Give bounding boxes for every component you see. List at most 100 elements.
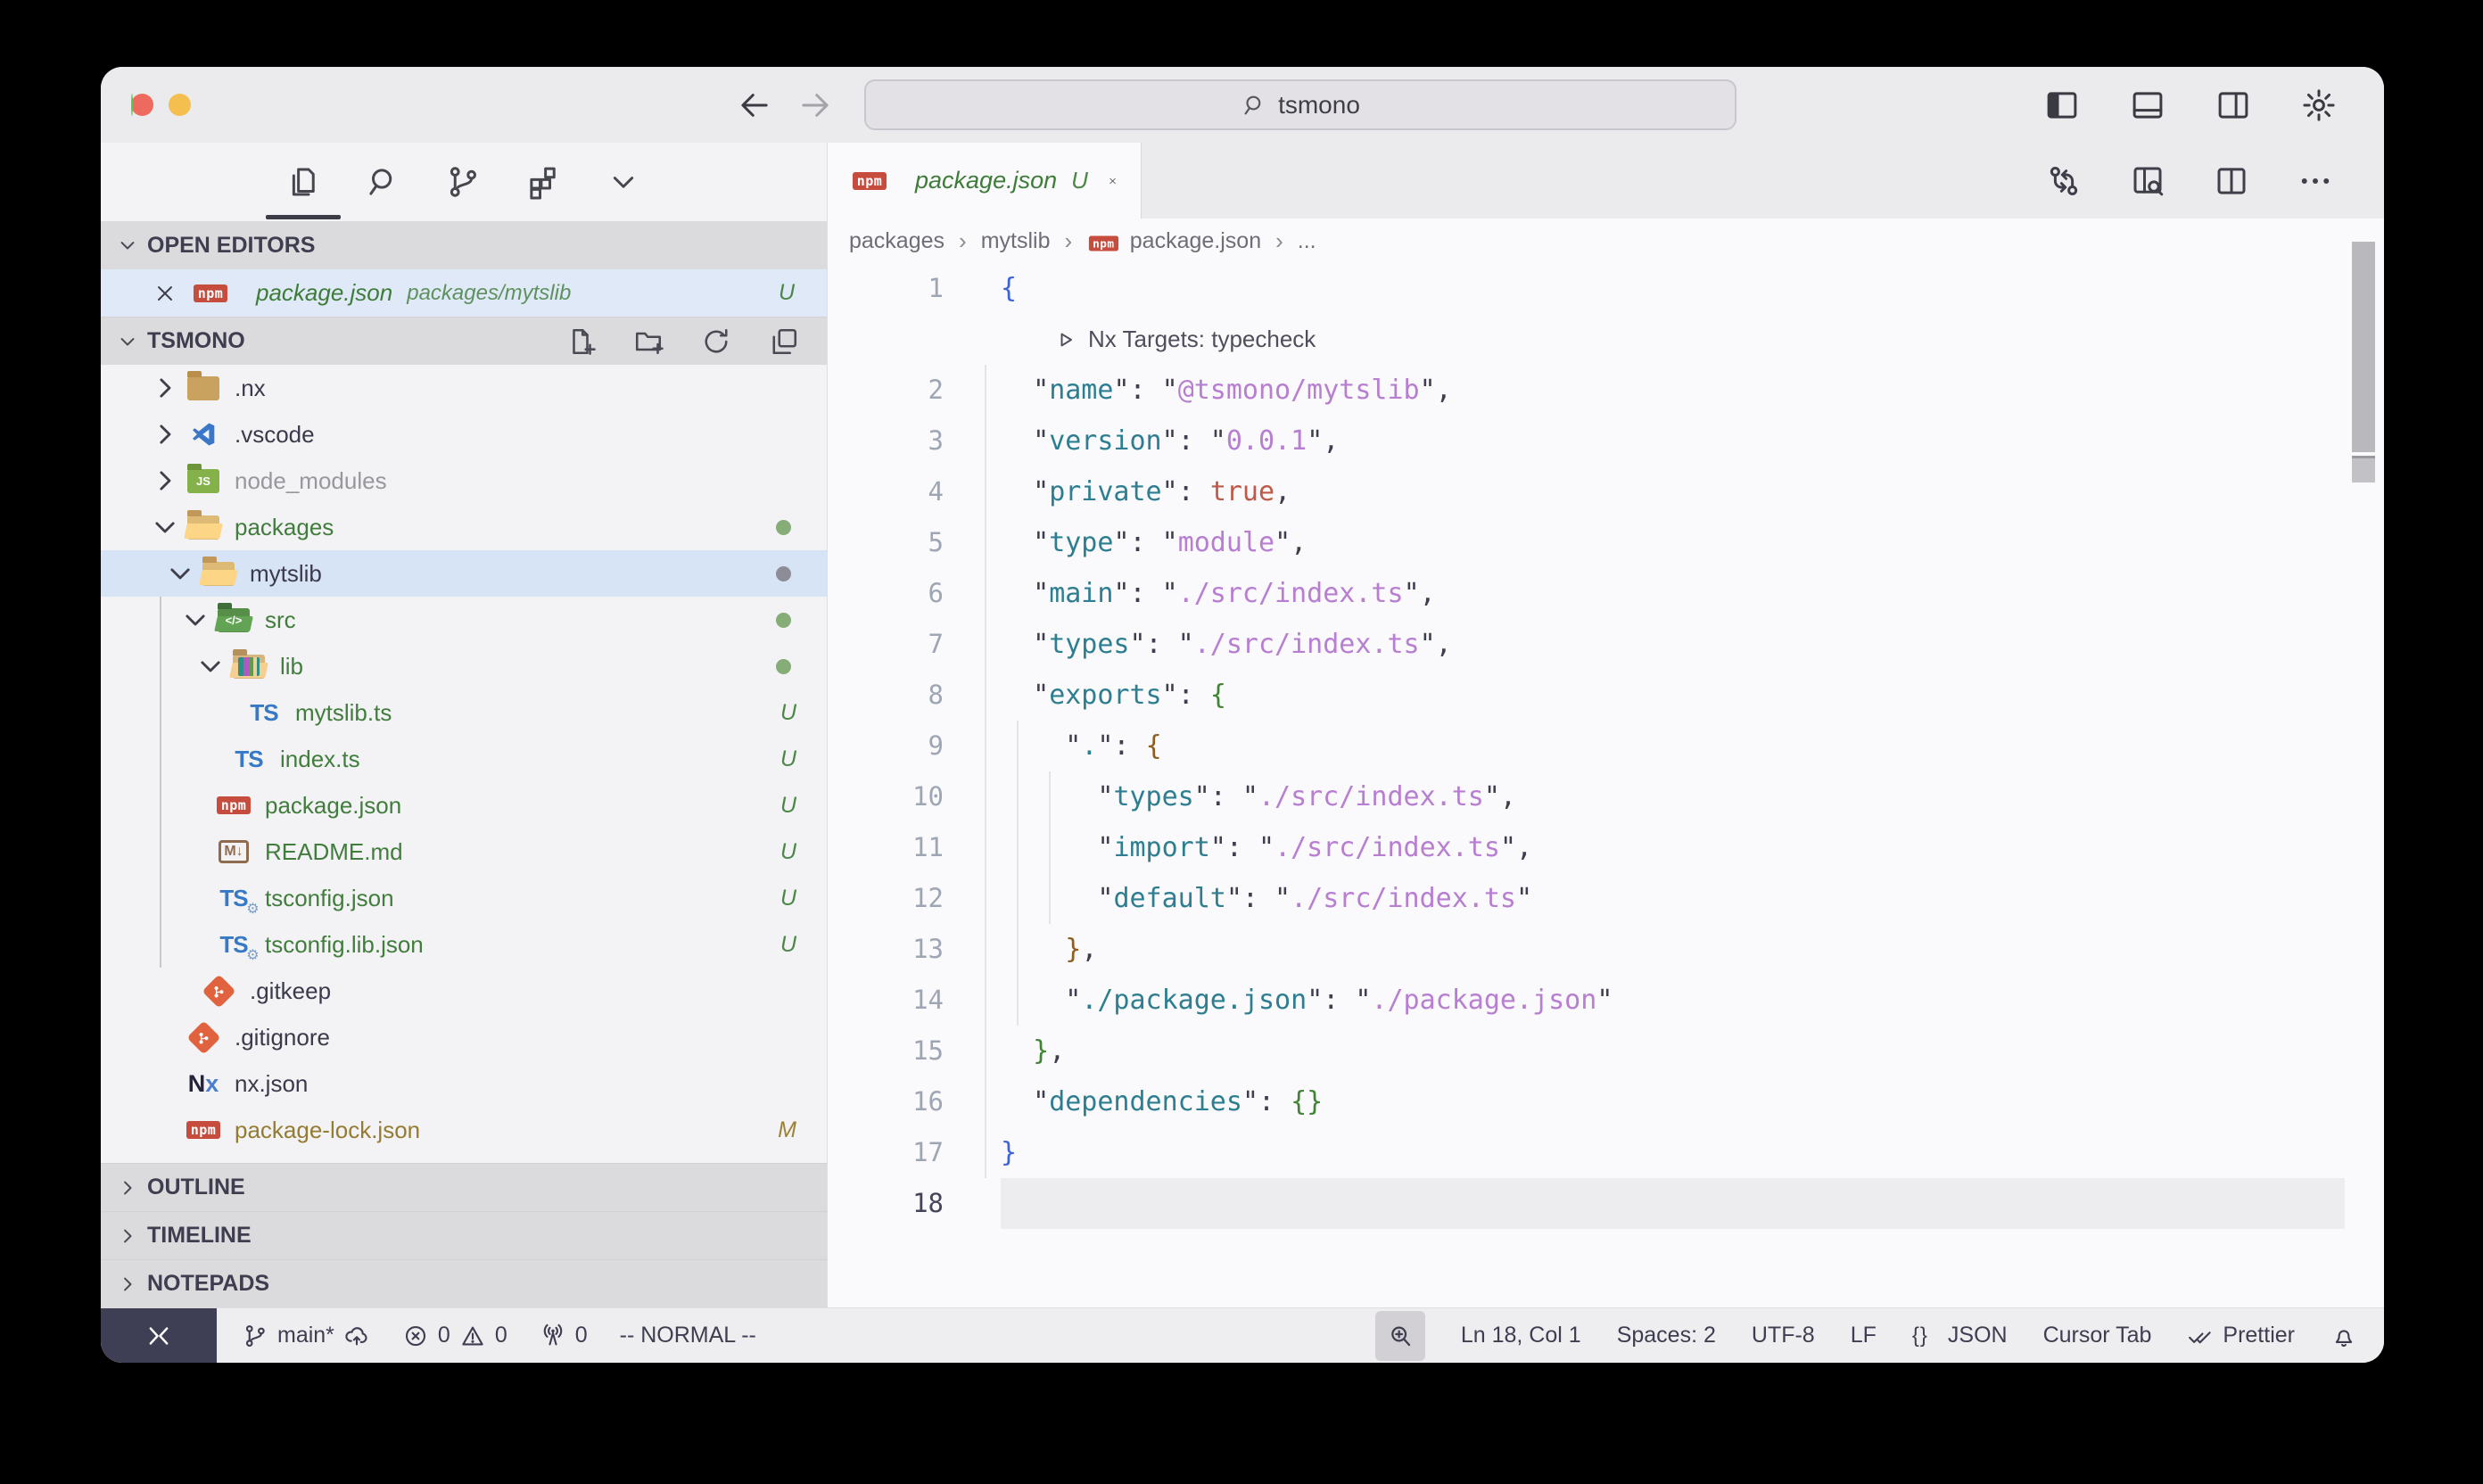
tree-item-index.ts[interactable]: TSindex.tsU — [101, 736, 827, 782]
code-line-10[interactable]: 10 "types": "./src/index.ts", — [828, 771, 2384, 822]
bell-icon[interactable] — [2330, 1323, 2357, 1349]
tree-item-tsconfig.lib.json[interactable]: TS⚙tsconfig.lib.jsonU — [101, 921, 827, 968]
code-line-5[interactable]: 5 "type": "module", — [828, 517, 2384, 568]
command-center-search[interactable]: tsmono — [864, 79, 1736, 130]
activity-scm-icon[interactable] — [444, 163, 482, 201]
warning-icon[interactable] — [459, 1323, 486, 1349]
tree-item-mytslib.ts[interactable]: TSmytslib.tsU — [101, 689, 827, 736]
code-line-9[interactable]: 9 ".": { — [828, 721, 2384, 771]
breadcrumb-item-...[interactable]: ... — [1298, 228, 1316, 254]
close-icon[interactable] — [1108, 168, 1118, 194]
code-line-18[interactable]: 18 — [828, 1178, 2384, 1229]
code-line-12[interactable]: 12 "default": "./src/index.ts" — [828, 873, 2384, 924]
status-item-right-2[interactable]: Spaces: 2 — [1617, 1323, 1716, 1348]
double-check-icon[interactable] — [2187, 1323, 2214, 1349]
settings-gear-icon[interactable] — [2300, 87, 2338, 124]
forward-icon[interactable] — [796, 87, 834, 124]
code-line-2[interactable]: 2 "name": "@tsmono/mytslib", — [828, 365, 2384, 416]
activity-files-icon[interactable] — [284, 163, 321, 201]
tree-item-packages[interactable]: packages — [101, 504, 827, 550]
activity-search-icon[interactable] — [364, 163, 401, 201]
tree-item-package-lock.json[interactable]: npmpackage-lock.jsonM — [101, 1107, 827, 1153]
tree-item-lib[interactable]: lib — [101, 643, 827, 689]
code-line-16[interactable]: 16 "dependencies": {} — [828, 1076, 2384, 1127]
tower-icon[interactable] — [540, 1323, 566, 1349]
code-line-1[interactable]: 1{ — [828, 263, 2384, 314]
code-line-3[interactable]: 3 "version": "0.0.1", — [828, 416, 2384, 466]
status-item-right-4[interactable]: LF — [1851, 1323, 1877, 1348]
code-line-6[interactable]: 6 "main": "./src/index.ts", — [828, 568, 2384, 619]
code-line-7[interactable]: 7 "types": "./src/index.ts", — [828, 619, 2384, 670]
close-icon[interactable] — [153, 281, 177, 306]
collapse-icon[interactable] — [768, 326, 800, 358]
refresh-icon[interactable] — [700, 326, 732, 358]
section-header-notepads[interactable]: NOTEPADS — [101, 1259, 827, 1307]
status-item-right-1[interactable]: Ln 18, Col 1 — [1461, 1323, 1581, 1348]
compare-icon[interactable] — [2045, 162, 2083, 200]
tree-item-.vscode[interactable]: .vscode — [101, 411, 827, 458]
code-line-13[interactable]: 13 }, — [828, 924, 2384, 975]
activity-extensions-icon[interactable] — [524, 163, 562, 201]
status-item-right-6[interactable]: Cursor Tab — [2043, 1323, 2152, 1348]
tree-item-node_modules[interactable]: JSnode_modules — [101, 458, 827, 504]
tree-item-nx.json[interactable]: Nxnx.json — [101, 1060, 827, 1107]
status-item-left-2[interactable]: 0 — [540, 1323, 588, 1349]
code-line-11[interactable]: 11 "import": "./src/index.ts", — [828, 822, 2384, 873]
tree-item-README.md[interactable]: M↓README.mdU — [101, 829, 827, 875]
status-item-left-0[interactable]: main* — [242, 1323, 370, 1349]
braces-icon[interactable]: {} — [1912, 1323, 1939, 1349]
status-item-right-7[interactable]: Prettier — [2187, 1323, 2295, 1349]
breadcrumb-item-package.json[interactable]: npmpackage.json — [1086, 228, 1261, 254]
tab-package-json[interactable]: npm package.json U — [828, 143, 1142, 218]
toggle-sidebar-icon[interactable] — [2043, 87, 2081, 124]
section-header-outline[interactable]: OUTLINE — [101, 1163, 827, 1211]
tree-item-tsconfig.json[interactable]: TS⚙tsconfig.jsonU — [101, 875, 827, 921]
remote-indicator[interactable] — [101, 1308, 217, 1364]
open-editors-header[interactable]: OPEN EDITORS — [101, 221, 827, 269]
codelens-label[interactable]: Nx Targets: typecheck — [1088, 314, 1316, 365]
zoom-status-box[interactable] — [1375, 1311, 1425, 1361]
status-item-left-1[interactable]: 00 — [402, 1323, 507, 1349]
status-item-right-0[interactable] — [1375, 1311, 1425, 1361]
split-search-icon[interactable] — [2129, 162, 2166, 200]
codelens[interactable]: Nx Targets: typecheck — [944, 314, 1316, 365]
activity-chev-down-icon[interactable] — [605, 163, 642, 201]
section-header-timeline[interactable]: TIMELINE — [101, 1211, 827, 1259]
split-icon[interactable] — [2213, 162, 2250, 200]
breadcrumb-item-mytslib[interactable]: mytslib — [981, 228, 1051, 254]
minimize-window-button[interactable] — [169, 94, 191, 116]
close-window-button[interactable] — [131, 94, 153, 116]
cloud-up-icon[interactable] — [343, 1323, 370, 1349]
breadcrumb[interactable]: packages›mytslib›npmpackage.json›... — [828, 218, 2384, 263]
code-line-17[interactable]: 17} — [828, 1127, 2384, 1178]
scrollbar-handle[interactable] — [2352, 242, 2375, 452]
open-editor-item[interactable]: npm package.json packages/mytslib U — [101, 269, 827, 317]
branch-icon[interactable] — [242, 1323, 268, 1349]
toggle-secondary-sidebar-icon[interactable] — [2215, 87, 2252, 124]
new-folder-icon[interactable] — [632, 326, 664, 358]
breadcrumb-item-packages[interactable]: packages — [849, 228, 945, 254]
status-item-right-8[interactable] — [2330, 1323, 2357, 1349]
code-editor[interactable]: 1{Nx Targets: typecheck2 "name": "@tsmon… — [828, 263, 2384, 1229]
tree-item-.nx[interactable]: .nx — [101, 365, 827, 411]
tree-item-src[interactable]: </>src — [101, 597, 827, 643]
tree-item-package.json[interactable]: npmpackage.jsonU — [101, 782, 827, 829]
codelens-row[interactable]: Nx Targets: typecheck — [828, 314, 2384, 365]
code-line-14[interactable]: 14 "./package.json": "./package.json" — [828, 975, 2384, 1026]
more-icon[interactable] — [2297, 162, 2334, 200]
explorer-section-header[interactable]: TSMONO — [101, 317, 827, 365]
status-item-right-3[interactable]: UTF-8 — [1752, 1323, 1815, 1348]
code-line-4[interactable]: 4 "private": true, — [828, 466, 2384, 517]
code-line-15[interactable]: 15 }, — [828, 1026, 2384, 1076]
new-file-icon[interactable] — [565, 326, 597, 358]
code-line-8[interactable]: 8 "exports": { — [828, 670, 2384, 721]
toggle-panel-icon[interactable] — [2129, 87, 2166, 124]
status-item-right-5[interactable]: {}JSON — [1912, 1323, 2008, 1349]
back-icon[interactable] — [736, 87, 773, 124]
error-icon[interactable] — [402, 1323, 429, 1349]
tree-item-mytslib[interactable]: mytslib — [101, 550, 827, 597]
tree-item-.gitkeep[interactable]: .gitkeep — [101, 968, 827, 1014]
tree-item-.gitignore[interactable]: .gitignore — [101, 1014, 827, 1060]
status-item-left-3[interactable]: -- NORMAL -- — [620, 1323, 756, 1348]
zoom-window-button[interactable] — [131, 94, 133, 116]
